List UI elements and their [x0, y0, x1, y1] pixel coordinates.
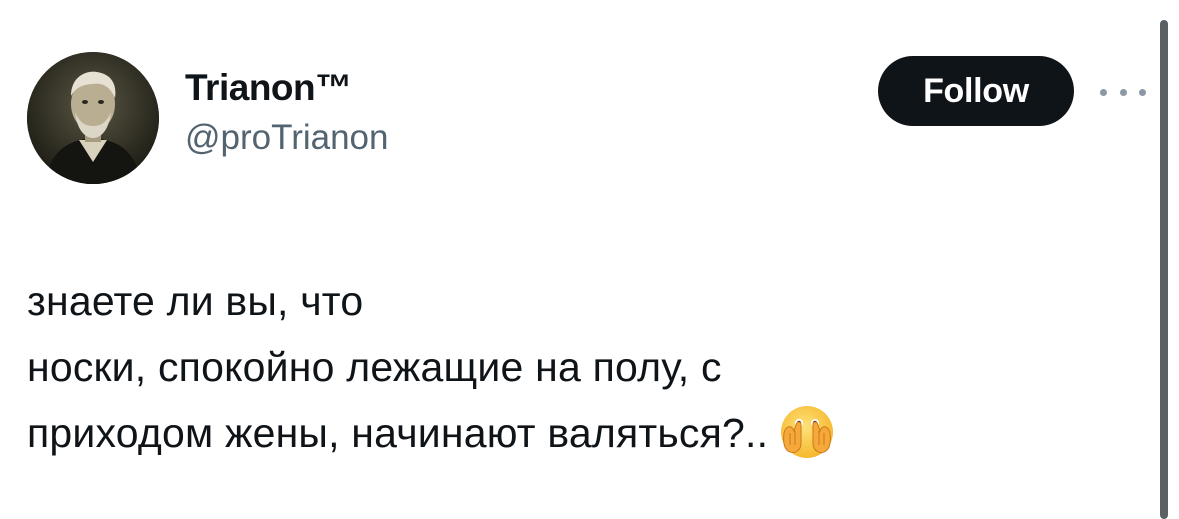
tweet-line-last: приходом жены, начинают валяться?.. [27, 400, 1107, 466]
author-display-name[interactable]: Trianon™ [185, 66, 389, 110]
tweet-card: Trianon™ @proTrianon Follow знаете ли вы… [0, 0, 1179, 519]
avatar-portrait-icon [27, 52, 159, 184]
more-dot [1139, 88, 1146, 96]
avatar[interactable] [27, 52, 159, 184]
tweet-line: знаете ли вы, что [27, 278, 364, 324]
scrollbar[interactable] [1160, 20, 1168, 519]
more-icon[interactable] [1100, 80, 1146, 104]
more-dot [1119, 88, 1127, 96]
tweet-text: знаете ли вы, что носки, спокойно лежащи… [27, 268, 1107, 466]
author-info[interactable]: Trianon™ @proTrianon [185, 66, 389, 158]
follow-button[interactable]: Follow [878, 56, 1074, 126]
face-with-hand-over-eyes-icon [778, 403, 836, 461]
more-dot [1100, 88, 1107, 96]
author-handle[interactable]: @proTrianon [185, 118, 389, 158]
tweet-line-text: приходом жены, начинают валяться?.. [27, 410, 769, 456]
tweet-line: носки, спокойно лежащие на полу, с [27, 344, 722, 390]
